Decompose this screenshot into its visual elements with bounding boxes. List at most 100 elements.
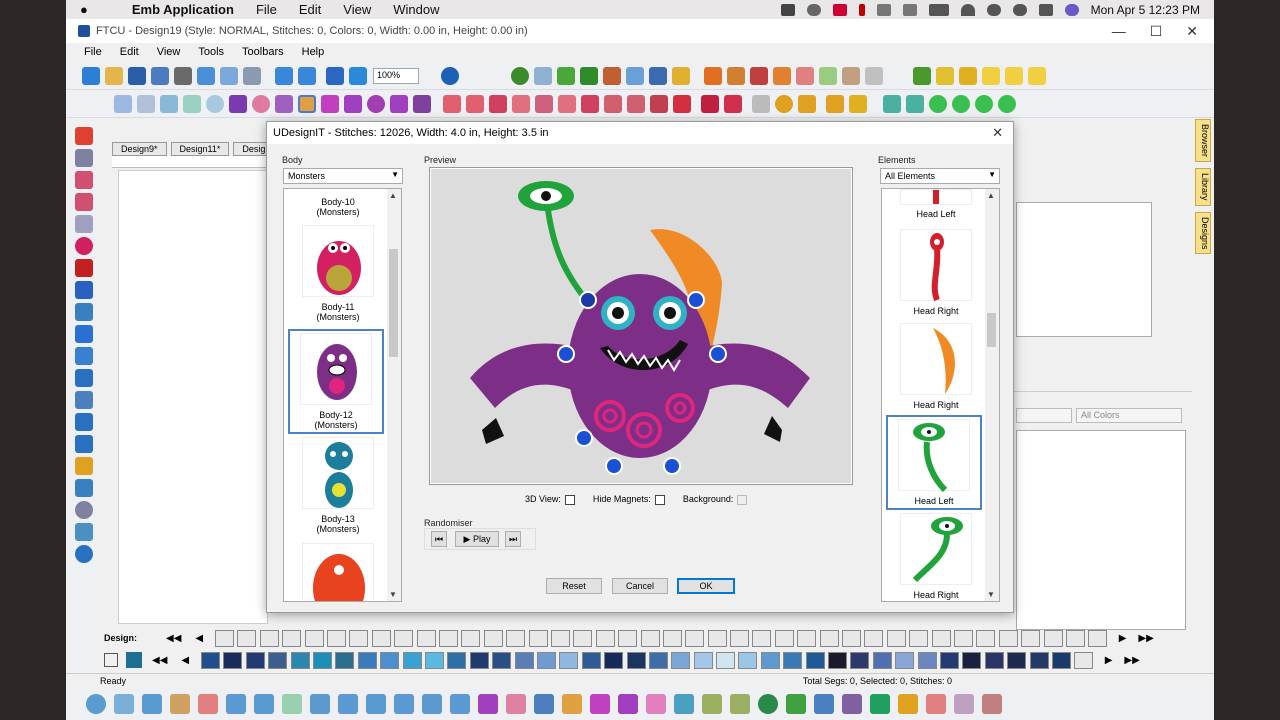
color-swatch[interactable] bbox=[1007, 651, 1027, 669]
mac-menu-edit[interactable]: Edit bbox=[299, 2, 321, 17]
curve4-icon[interactable] bbox=[198, 693, 218, 714]
star-tool-icon[interactable] bbox=[750, 66, 768, 85]
color-swatch[interactable] bbox=[962, 651, 982, 669]
pattern2-icon[interactable] bbox=[842, 693, 862, 714]
color-swatch[interactable] bbox=[774, 629, 794, 647]
palette-prev-icon[interactable]: ◀ bbox=[181, 655, 189, 666]
color-swatch[interactable] bbox=[245, 651, 265, 669]
color-swatch[interactable] bbox=[886, 629, 906, 647]
color-swatch[interactable] bbox=[648, 651, 668, 669]
tab-library[interactable]: Library bbox=[1195, 168, 1211, 206]
list-item[interactable]: Head Left bbox=[886, 415, 982, 510]
color-swatch[interactable] bbox=[492, 651, 512, 669]
color-swatch[interactable] bbox=[626, 651, 646, 669]
color-swatch[interactable] bbox=[371, 629, 391, 647]
doc-tab[interactable]: Design11* bbox=[170, 142, 230, 156]
color-swatch[interactable] bbox=[469, 651, 489, 669]
color-swatch[interactable] bbox=[693, 651, 713, 669]
color-swatch[interactable] bbox=[1043, 629, 1063, 647]
color-swatch[interactable] bbox=[290, 651, 310, 669]
weave2-icon[interactable] bbox=[730, 693, 750, 714]
color-swatch[interactable] bbox=[1074, 651, 1094, 669]
frame-icon[interactable] bbox=[773, 66, 791, 85]
menu-file[interactable]: File bbox=[84, 46, 102, 58]
burst-icon[interactable] bbox=[298, 94, 316, 113]
list-item[interactable] bbox=[290, 543, 386, 601]
color-swatch[interactable] bbox=[506, 629, 526, 647]
eyedropper-icon[interactable] bbox=[75, 303, 93, 321]
doc-tab[interactable]: Design9* bbox=[112, 142, 167, 156]
color-swatch[interactable] bbox=[595, 629, 615, 647]
center-icon[interactable] bbox=[75, 325, 93, 343]
tree-icon[interactable] bbox=[183, 94, 201, 113]
color-swatch[interactable] bbox=[805, 651, 825, 669]
curve2-icon[interactable] bbox=[142, 693, 162, 714]
paste-icon[interactable] bbox=[243, 66, 261, 85]
color-swatch[interactable] bbox=[953, 629, 973, 647]
3d-view-checkbox[interactable] bbox=[564, 494, 575, 505]
randomiser-next-button[interactable]: ⏭ bbox=[505, 531, 521, 547]
body-scrollbar[interactable]: ▲ ▼ bbox=[387, 189, 401, 601]
sparkle-icon[interactable] bbox=[727, 66, 745, 85]
curve7-icon[interactable] bbox=[282, 693, 302, 714]
list-item[interactable]: Body-10 (Monsters) bbox=[290, 197, 386, 217]
fill-icon[interactable] bbox=[580, 66, 598, 85]
curve5-icon[interactable] bbox=[226, 693, 246, 714]
shape6-icon[interactable] bbox=[558, 94, 576, 113]
show-stitches-icon[interactable] bbox=[75, 457, 93, 475]
scroll-down-icon[interactable]: ▼ bbox=[389, 590, 397, 599]
curve8-icon[interactable] bbox=[310, 693, 330, 714]
color-swatch[interactable] bbox=[282, 629, 302, 647]
color-swatch[interactable] bbox=[730, 629, 750, 647]
color-swatch[interactable] bbox=[618, 629, 638, 647]
shape4-icon[interactable] bbox=[512, 94, 530, 113]
arc-icon[interactable] bbox=[86, 693, 106, 714]
color-swatch[interactable] bbox=[984, 651, 1004, 669]
scroll-up-icon[interactable]: ▲ bbox=[389, 191, 397, 200]
color-swatch[interactable] bbox=[850, 651, 870, 669]
shape3-icon[interactable] bbox=[489, 94, 507, 113]
bulb-icon[interactable] bbox=[1028, 66, 1046, 85]
redo-icon[interactable] bbox=[298, 66, 316, 85]
node-icon[interactable] bbox=[75, 171, 93, 189]
frame-tool-icon[interactable] bbox=[75, 413, 93, 431]
hide-magnets-checkbox[interactable] bbox=[654, 494, 665, 505]
mac-menu-view[interactable]: View bbox=[343, 2, 371, 17]
light-icon[interactable] bbox=[1005, 66, 1023, 85]
group-icon[interactable] bbox=[775, 94, 793, 113]
last-page-icon[interactable]: ▶▶ bbox=[1138, 633, 1153, 644]
shape5-icon[interactable] bbox=[535, 94, 553, 113]
circle-stitch-icon[interactable] bbox=[758, 693, 778, 714]
color-swatch[interactable] bbox=[550, 629, 570, 647]
color-swatch[interactable] bbox=[483, 629, 503, 647]
moon-icon[interactable] bbox=[986, 3, 1001, 16]
color-swatch[interactable] bbox=[201, 651, 221, 669]
color-swatch[interactable] bbox=[976, 629, 996, 647]
color-swatch[interactable] bbox=[1051, 651, 1071, 669]
star-stitch-icon[interactable] bbox=[478, 693, 498, 714]
save-icon[interactable] bbox=[128, 66, 146, 85]
color-swatch[interactable] bbox=[514, 651, 534, 669]
palette-grid-icon[interactable] bbox=[104, 653, 118, 667]
preview-area[interactable] bbox=[429, 167, 853, 485]
color-swatch[interactable] bbox=[716, 651, 736, 669]
color-swatch[interactable] bbox=[783, 651, 803, 669]
shape10-icon[interactable] bbox=[650, 94, 668, 113]
curve12-icon[interactable] bbox=[422, 693, 442, 714]
dialog-close-icon[interactable]: ✕ bbox=[992, 125, 1003, 141]
color-swatch[interactable] bbox=[797, 629, 817, 647]
list-item[interactable]: Head Right bbox=[888, 229, 984, 316]
zoom-icon[interactable] bbox=[75, 237, 93, 255]
menu-edit[interactable]: Edit bbox=[120, 46, 139, 58]
square2-icon[interactable] bbox=[926, 693, 946, 714]
color-swatch[interactable] bbox=[215, 629, 235, 647]
share-icon[interactable] bbox=[75, 479, 93, 497]
color-swatch[interactable] bbox=[1029, 651, 1049, 669]
shape8-icon[interactable] bbox=[604, 94, 622, 113]
color-swatch[interactable] bbox=[931, 629, 951, 647]
pencil-yellow-icon[interactable] bbox=[959, 66, 977, 85]
zoom-field[interactable]: 100% bbox=[373, 67, 419, 84]
randomiser-play-button[interactable]: ▶ Play bbox=[455, 531, 499, 547]
mirror-h-icon[interactable] bbox=[883, 94, 901, 113]
menu-view[interactable]: View bbox=[157, 46, 181, 58]
